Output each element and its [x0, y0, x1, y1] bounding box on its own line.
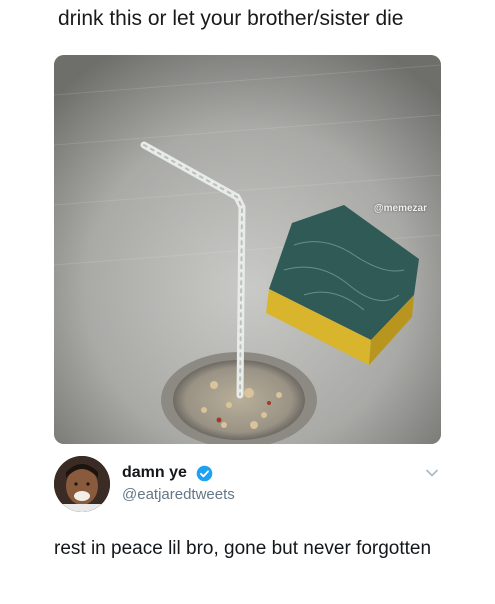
sink-photo: @memezar — [54, 55, 441, 444]
verified-badge-icon — [196, 465, 213, 482]
avatar[interactable] — [54, 456, 110, 512]
chevron-down-icon[interactable] — [425, 466, 439, 480]
tweet-text: rest in peace lil bro, gone but never fo… — [54, 538, 432, 559]
meme-caption: drink this or let your brother/sister di… — [58, 7, 404, 30]
avatar-icon — [54, 456, 110, 512]
sink-illustration — [54, 55, 441, 444]
watermark: @memezar — [373, 203, 427, 214]
tweet-header: damn ye @eatjaredtweets — [54, 456, 441, 512]
user-handle[interactable]: @eatjaredtweets — [122, 486, 235, 503]
display-name[interactable]: damn ye — [122, 464, 187, 482]
